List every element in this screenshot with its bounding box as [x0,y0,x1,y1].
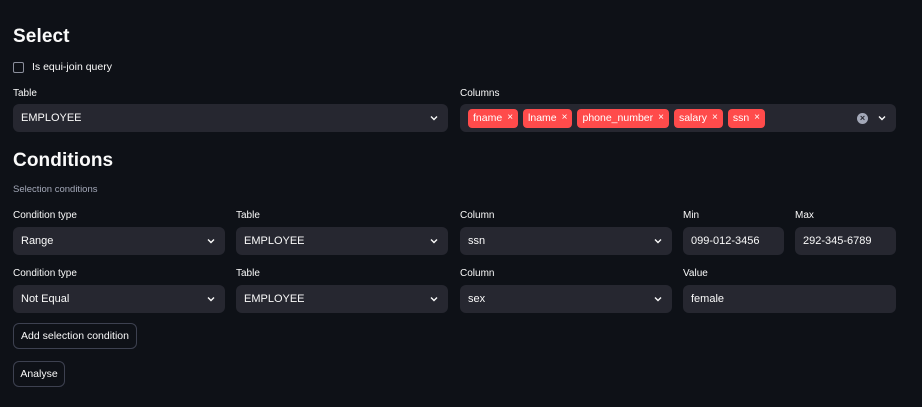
select-columns-label: Columns [460,88,500,99]
condition-min-value: 099-012-3456 [691,235,760,247]
column-tag-label: fname [473,112,503,124]
condition-type-label: Condition type [13,210,77,221]
remove-tag-icon[interactable]: × [507,113,513,123]
chevron-down-icon [652,235,664,247]
condition-table-dropdown[interactable]: EMPLOYEE [236,227,448,255]
remove-tag-icon[interactable]: × [712,113,718,123]
chevron-down-icon [205,235,217,247]
remove-tag-icon[interactable]: × [562,113,568,123]
condition-table-label: Table [236,210,260,221]
condition-table-value: EMPLOYEE [244,235,305,247]
condition-table-label: Table [236,268,260,279]
chevron-down-icon[interactable] [876,112,888,124]
condition-column-label: Column [460,268,495,279]
conditions-caption: Selection conditions [13,184,98,195]
condition-type-value: Range [21,235,54,247]
analyse-button[interactable]: Analyse [13,361,65,387]
condition-column-value: sex [468,293,486,305]
chevron-down-icon [652,293,664,305]
select-table-value: EMPLOYEE [21,112,82,124]
condition-column-value: ssn [468,235,486,247]
condition-column-label: Column [460,210,495,221]
add-selection-condition-button[interactable]: Add selection condition [13,323,137,349]
column-tag-label: salary [678,112,707,124]
condition-table-dropdown[interactable]: EMPLOYEE [236,285,448,313]
select-heading: Select [13,26,70,47]
chevron-down-icon [428,293,440,305]
conditions-heading: Conditions [13,150,114,171]
column-tag-label: lname [528,112,557,124]
select-table-label: Table [13,88,37,99]
column-tag[interactable]: lname × [523,108,573,128]
condition-max-value: 292-345-6789 [803,235,872,247]
condition-type-dropdown[interactable]: Not Equal [13,285,225,313]
column-tag[interactable]: phone_number × [577,108,669,128]
clear-icon[interactable]: × [857,112,868,124]
condition-column-dropdown[interactable]: sex [460,285,672,313]
condition-table-value: EMPLOYEE [244,293,305,305]
equi-join-checkbox-row[interactable]: Is equi-join query [13,61,112,73]
remove-tag-icon[interactable]: × [754,113,760,123]
condition-type-value: Not Equal [21,293,70,305]
condition-value-label: Value [683,268,708,279]
select-columns-multiselect[interactable]: fname × lname × phone_number × salary × ssn × × [460,104,896,132]
condition-column-dropdown[interactable]: ssn [460,227,672,255]
column-tag[interactable]: fname × [468,108,519,128]
condition-value-input[interactable]: female [683,285,896,313]
column-tag-label: ssn [732,112,750,124]
condition-type-label: Condition type [13,268,77,279]
equi-join-checkbox[interactable] [13,61,24,73]
equi-join-label: Is equi-join query [32,61,112,73]
column-tag-label: phone_number [582,112,654,124]
condition-max-input[interactable]: 292-345-6789 [795,227,896,255]
condition-max-label: Max [795,210,814,221]
chevron-down-icon [205,293,217,305]
condition-type-dropdown[interactable]: Range [13,227,225,255]
chevron-down-icon [428,235,440,247]
column-tag[interactable]: ssn × [727,108,766,128]
condition-value-value: female [691,293,725,305]
column-tags: fname × lname × phone_number × salary × ssn × [468,108,857,128]
remove-tag-icon[interactable]: × [658,113,664,123]
chevron-down-icon [428,112,440,124]
select-table-dropdown[interactable]: EMPLOYEE [13,104,448,132]
condition-min-label: Min [683,210,700,221]
condition-min-input[interactable]: 099-012-3456 [683,227,784,255]
column-tag[interactable]: salary × [673,108,723,128]
